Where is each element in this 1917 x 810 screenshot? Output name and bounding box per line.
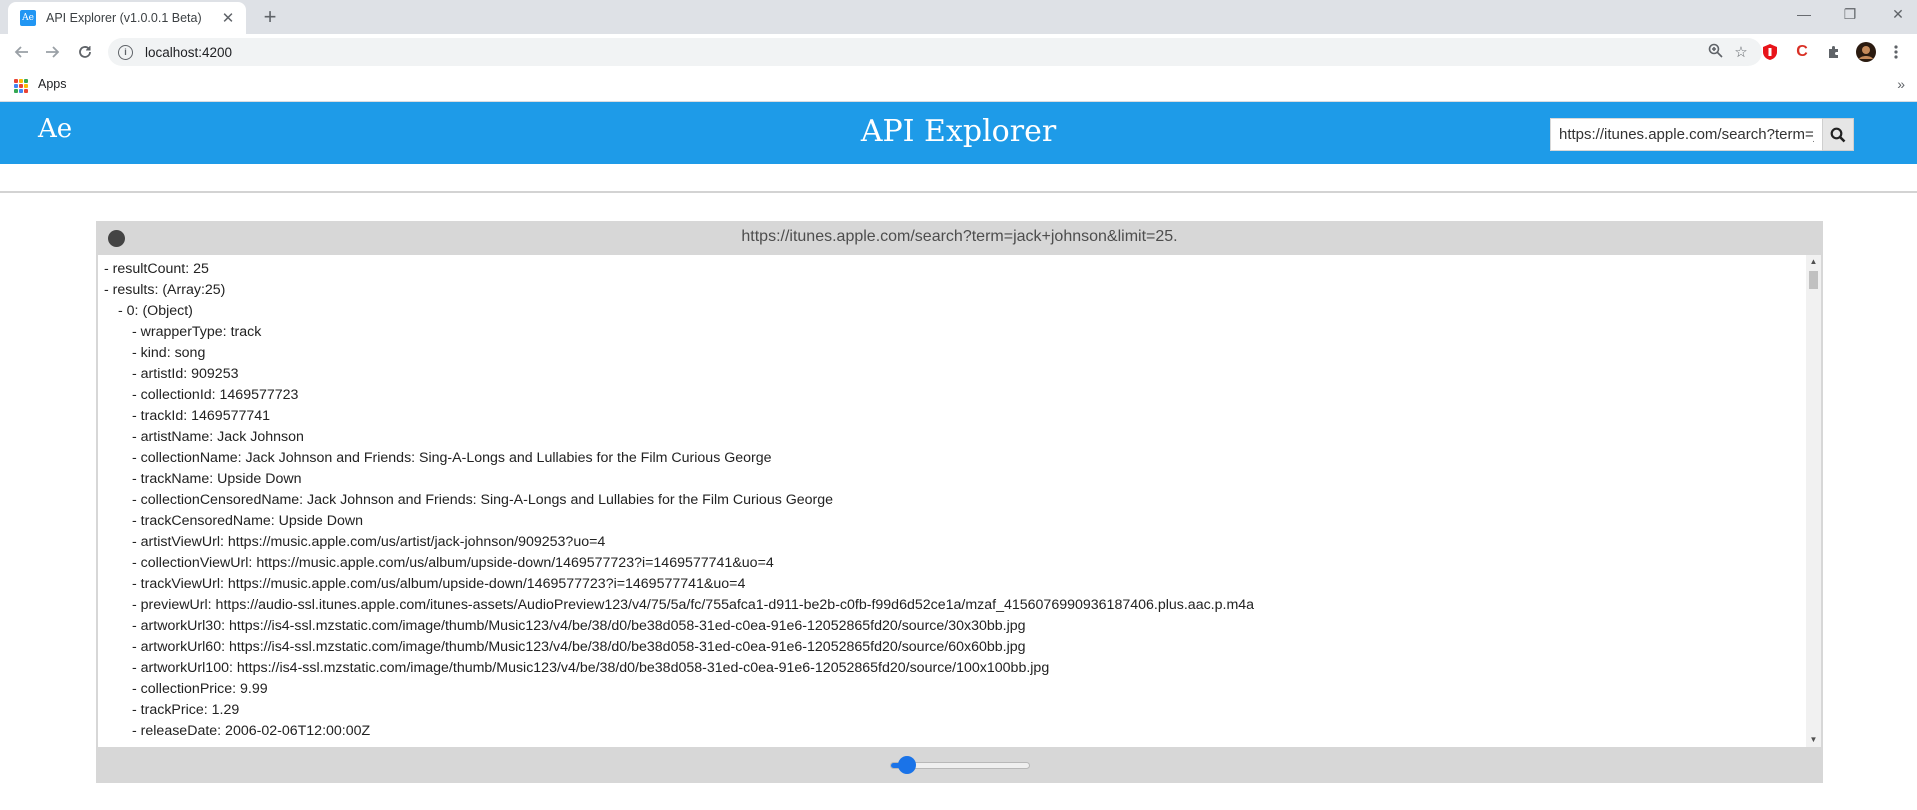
search-button[interactable]: [1822, 118, 1854, 151]
info-icon[interactable]: i: [118, 44, 133, 60]
new-tab-icon[interactable]: +: [258, 5, 282, 29]
forward-icon[interactable]: [40, 40, 64, 64]
slider-thumb[interactable]: [897, 756, 916, 774]
result-panel: https://itunes.apple.com/search?term=jac…: [96, 221, 1823, 783]
bookmarks-overflow-icon[interactable]: »: [1897, 76, 1905, 92]
tree-line: - artistName: Jack Johnson: [132, 429, 304, 445]
tree-line: - trackId: 1469577741: [132, 408, 271, 424]
tree-line: - collectionId: 1469577723: [132, 387, 299, 403]
panel-footer: [96, 747, 1823, 783]
minimize-icon[interactable]: —: [1794, 6, 1814, 22]
panel-url: https://itunes.apple.com/search?term=jac…: [741, 228, 1178, 245]
tree-line: - releaseDate: 2006-02-06T12:00:00Z: [132, 723, 371, 739]
tree-line: - collectionCensoredName: Jack Johnson a…: [132, 492, 834, 508]
ext-red-icon[interactable]: [1760, 42, 1780, 62]
tree-line: - trackName: Upside Down: [132, 471, 302, 487]
tree-line: - resultCount: 25: [104, 261, 209, 277]
scrollbar[interactable]: ▲ ▼: [1806, 255, 1821, 747]
star-icon[interactable]: ☆: [1728, 43, 1754, 61]
api-search: [1550, 118, 1854, 151]
restore-icon[interactable]: ❐: [1840, 6, 1860, 23]
tree-line: - results: (Array:25): [104, 282, 226, 298]
header-divider: [0, 191, 1917, 193]
tree-line: - collectionName: Jack Johnson and Frien…: [132, 450, 772, 466]
scroll-up-icon[interactable]: ▲: [1806, 255, 1821, 269]
scroll-thumb[interactable]: [1809, 271, 1818, 289]
tree-line: - kind: song: [132, 345, 206, 361]
scroll-down-icon[interactable]: ▼: [1806, 733, 1821, 747]
back-icon[interactable]: [10, 40, 34, 64]
tree-line: - trackViewUrl: https://music.apple.com/…: [132, 576, 746, 592]
apps-bookmark[interactable]: Apps: [38, 77, 67, 91]
puzzle-icon[interactable]: [1824, 42, 1844, 62]
browser-tab[interactable]: Ae API Explorer (v1.0.0.1 Beta) ✕: [8, 2, 246, 34]
tree-line: - artworkUrl60: https://is4-ssl.mzstatic…: [132, 639, 1026, 655]
api-url-input[interactable]: [1550, 118, 1822, 151]
tree-line: - artistViewUrl: https://music.apple.com…: [132, 534, 606, 550]
url-text[interactable]: localhost:4200: [145, 45, 1702, 60]
tree-line: - collectionPrice: 9.99: [132, 681, 268, 697]
address-bar[interactable]: i localhost:4200 ☆: [108, 38, 1762, 66]
menu-icon[interactable]: [1886, 42, 1906, 62]
tree-line: - previewUrl: https://audio-ssl.itunes.a…: [132, 597, 1255, 613]
tree-line: - trackPrice: 1.29: [132, 702, 240, 718]
tree-line: - artworkUrl30: https://is4-ssl.mzstatic…: [132, 618, 1026, 634]
tree-line: - trackCensoredName: Upside Down: [132, 513, 364, 529]
reload-icon[interactable]: [73, 40, 97, 64]
tree-line: - 0: (Object): [118, 303, 193, 319]
tree-line: - collectionViewUrl: https://music.apple…: [132, 555, 774, 571]
ext-c-icon[interactable]: C: [1792, 42, 1812, 62]
tree-line: - wrapperType: track: [132, 324, 262, 340]
zoom-icon[interactable]: [1702, 43, 1728, 62]
tab-favicon: Ae: [20, 10, 36, 26]
profile-avatar[interactable]: [1856, 42, 1876, 62]
app-header: Ae API Explorer: [0, 102, 1917, 164]
tab-title: API Explorer (v1.0.0.1 Beta): [46, 11, 202, 25]
apps-icon[interactable]: [14, 79, 28, 93]
bookmarks-bar: Apps »: [0, 70, 1917, 102]
tree-line: - artistId: 909253: [132, 366, 239, 382]
window-close-icon[interactable]: ✕: [1888, 6, 1908, 23]
json-tree: - resultCount: 25 - results: (Array:25) - …: [98, 255, 1806, 747]
panel-header: https://itunes.apple.com/search?term=jac…: [96, 221, 1823, 255]
browser-tabstrip: Ae API Explorer (v1.0.0.1 Beta) ✕ + — ❐ …: [0, 0, 1917, 34]
tab-close-icon[interactable]: ✕: [220, 9, 236, 27]
browser-toolbar: i localhost:4200 ☆ C: [0, 34, 1917, 70]
search-icon: [1830, 127, 1846, 142]
tree-line: - artworkUrl100: https://is4-ssl.mzstati…: [132, 660, 1050, 676]
